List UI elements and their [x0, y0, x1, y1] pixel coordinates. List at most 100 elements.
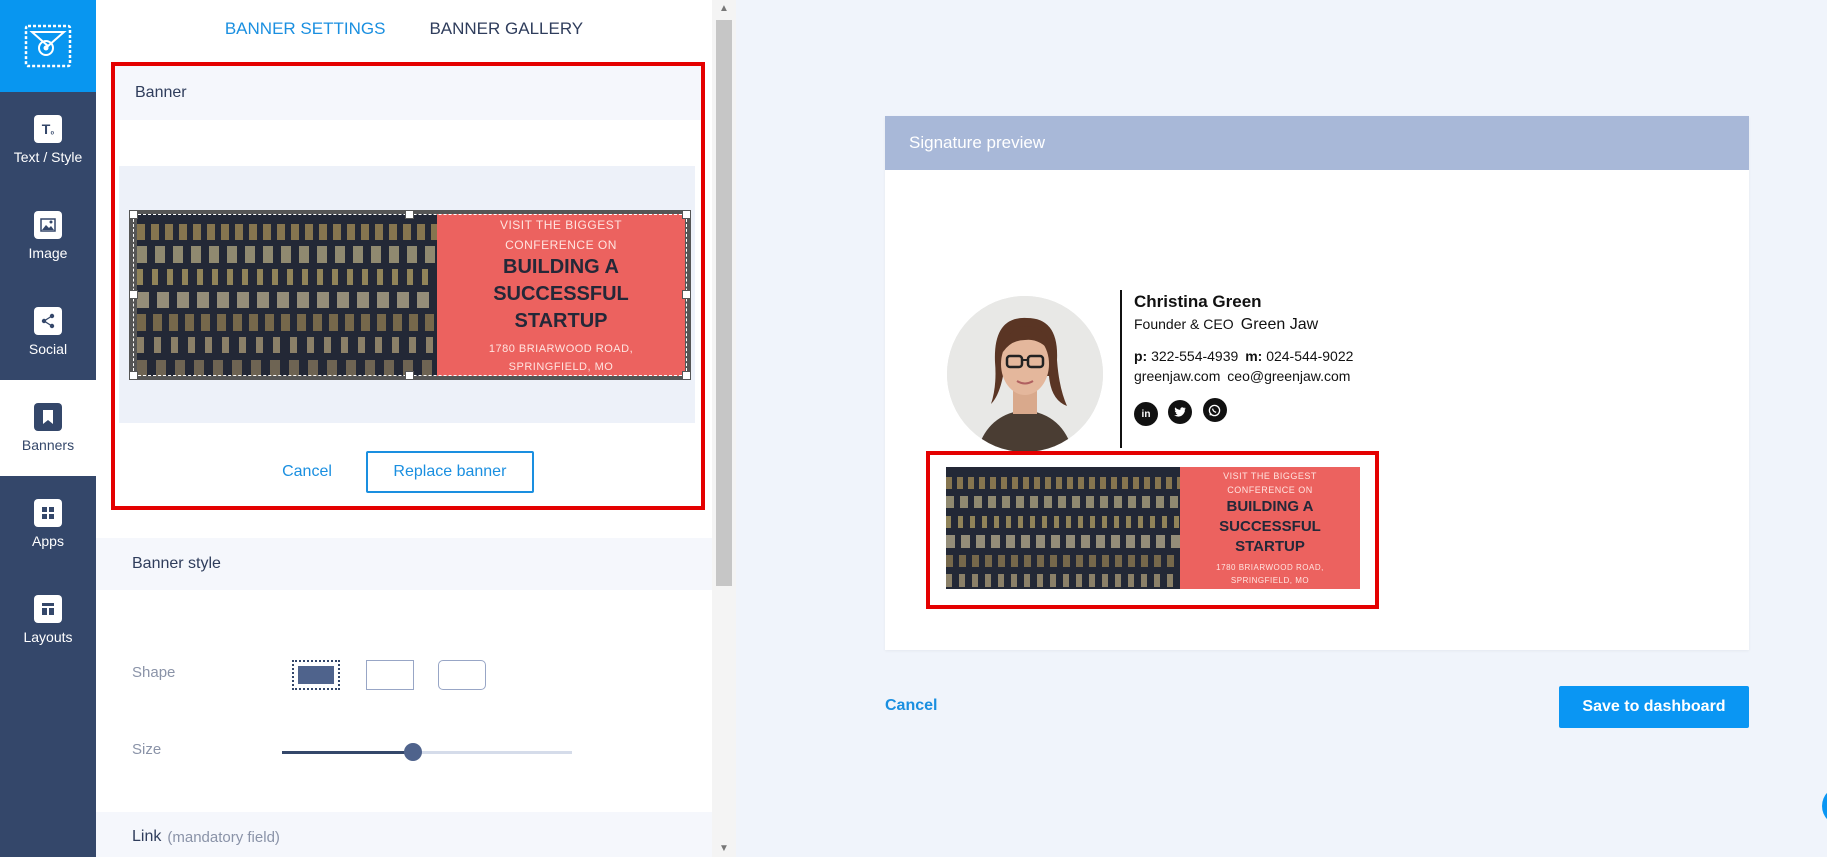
- signature-title-row: Founder & CEO Green Jaw: [1134, 316, 1318, 334]
- nav-item-apps[interactable]: Apps: [0, 476, 96, 572]
- crop-handle-bottom-left[interactable]: [129, 371, 138, 380]
- nav-item-layouts[interactable]: Layouts: [0, 572, 96, 668]
- link-section-title: Link (mandatory field): [96, 812, 712, 857]
- preview-building-photo: [946, 467, 1180, 589]
- crop-handle-right[interactable]: [682, 290, 691, 299]
- link-title: Link: [132, 828, 162, 845]
- signature-role: Founder & CEO: [1134, 316, 1234, 332]
- nav-item-image[interactable]: Image: [0, 188, 96, 284]
- nav-label: Social: [28, 341, 68, 357]
- size-slider-thumb[interactable]: [403, 743, 422, 761]
- shape-option-dashed[interactable]: [292, 660, 340, 690]
- nav-label: Apps: [32, 533, 64, 549]
- banner-building-photo: [137, 214, 437, 376]
- share-icon: [34, 307, 62, 335]
- banner-section-highlight: Banner VISIT THE BIGGEST CONFERENCE ON B…: [111, 62, 705, 510]
- whatsapp-icon[interactable]: [1202, 398, 1227, 422]
- size-slider-fill: [282, 751, 413, 754]
- banner-crop-frame[interactable]: VISIT THE BIGGEST CONFERENCE ON BUILDING…: [129, 210, 691, 380]
- preview-banner-address-2: SPRINGFIELD, MO: [1230, 576, 1310, 585]
- signature-phone-row: p: 322-554-4939 m: 024-544-9022: [1134, 348, 1353, 364]
- email-link[interactable]: ceo@greenjaw.com: [1227, 368, 1350, 384]
- app-logo[interactable]: [0, 0, 96, 92]
- social-icons-row: in: [1134, 398, 1233, 426]
- logo-icon: [24, 24, 72, 68]
- crop-handle-top[interactable]: [405, 210, 414, 219]
- tab-banner-settings[interactable]: BANNER SETTINGS: [225, 19, 386, 39]
- banner-crop-area: VISIT THE BIGGEST CONFERENCE ON BUILDING…: [119, 166, 695, 423]
- preview-banner-image[interactable]: VISIT THE BIGGEST CONFERENCE ON BUILDING…: [946, 467, 1360, 589]
- size-slider[interactable]: [282, 743, 572, 761]
- layouts-icon: [34, 595, 62, 623]
- preview-banner-line-2: CONFERENCE ON: [1227, 485, 1313, 495]
- left-nav: T₀ Text / Style Image Social Banners App…: [0, 0, 96, 857]
- preview-title: Signature preview: [885, 116, 1749, 170]
- preview-banner-headline-3: STARTUP: [1235, 538, 1305, 555]
- banner-headline-3: STARTUP: [514, 309, 608, 332]
- preview-banner-highlight: VISIT THE BIGGEST CONFERENCE ON BUILDING…: [926, 451, 1379, 609]
- signature-company: Green Jaw: [1240, 316, 1319, 333]
- banner-section-title: Banner: [115, 66, 701, 120]
- settings-panel: BANNER SETTINGS BANNER GALLERY Banner VI…: [96, 0, 712, 857]
- scroll-down-icon[interactable]: ▼: [719, 843, 729, 854]
- banner-address-2: SPRINGFIELD, MO: [508, 360, 614, 373]
- bookmark-icon: [34, 403, 62, 431]
- crop-handle-top-right[interactable]: [682, 210, 691, 219]
- banner-image: VISIT THE BIGGEST CONFERENCE ON BUILDING…: [137, 214, 685, 376]
- avatar-photo: [947, 296, 1103, 452]
- nav-label: Text / Style: [13, 149, 83, 165]
- banner-cancel-button[interactable]: Cancel: [282, 463, 332, 481]
- mobile-label: m:: [1245, 348, 1263, 364]
- apps-grid-icon: [34, 499, 62, 527]
- preview-banner-address-1: 1780 BRIARWOOD ROAD,: [1216, 563, 1324, 572]
- tab-banner-gallery[interactable]: BANNER GALLERY: [429, 19, 583, 39]
- banner-line-1: VISIT THE BIGGEST: [499, 217, 623, 232]
- banner-style-title: Banner style: [96, 538, 712, 590]
- phone-value: 322-554-4939: [1151, 348, 1239, 364]
- mobile-value: 024-544-9022: [1266, 348, 1354, 364]
- signature-name: Christina Green: [1134, 292, 1262, 311]
- nav-label: Layouts: [23, 629, 73, 645]
- linkedin-icon[interactable]: in: [1134, 402, 1158, 426]
- link-note: (mandatory field): [167, 828, 280, 846]
- banner-line-2: CONFERENCE ON: [505, 237, 617, 252]
- banner-headline-2: SUCCESSFUL: [493, 282, 629, 305]
- nav-item-banners[interactable]: Banners: [0, 380, 96, 476]
- phone-label: p:: [1134, 348, 1148, 364]
- text-style-icon: T₀: [34, 115, 62, 143]
- signature-divider: [1120, 290, 1122, 448]
- banner-headline-1: BUILDING A: [503, 255, 619, 278]
- banner-text-block: VISIT THE BIGGEST CONFERENCE ON BUILDING…: [437, 214, 685, 376]
- preview-cancel-button[interactable]: Cancel: [885, 697, 937, 715]
- shape-label: Shape: [132, 664, 176, 681]
- avatar: [947, 296, 1103, 452]
- nav-label: Image: [28, 245, 68, 261]
- nav-item-social[interactable]: Social: [0, 284, 96, 380]
- scroll-thumb[interactable]: [716, 20, 732, 586]
- signature-contact-row: greenjaw.com ceo@greenjaw.com: [1134, 368, 1350, 384]
- shape-fill: [298, 666, 334, 684]
- banner-actions: Cancel Replace banner: [115, 451, 701, 493]
- tab-bar: BANNER SETTINGS BANNER GALLERY: [96, 0, 712, 58]
- crop-handle-bottom[interactable]: [405, 371, 414, 380]
- nav-label: Banners: [21, 437, 75, 453]
- twitter-icon[interactable]: [1168, 399, 1193, 424]
- size-label: Size: [132, 741, 162, 758]
- preview-banner-headline-2: SUCCESSFUL: [1219, 518, 1321, 535]
- scroll-up-icon[interactable]: ▲: [719, 3, 729, 14]
- preview-banner-headline-1: BUILDING A: [1226, 498, 1314, 515]
- preview-banner-line-1: VISIT THE BIGGEST: [1223, 471, 1317, 481]
- save-to-dashboard-button[interactable]: Save to dashboard: [1559, 686, 1749, 728]
- panel-scrollbar[interactable]: ▲ ▼: [712, 0, 736, 857]
- replace-banner-button[interactable]: Replace banner: [365, 451, 534, 493]
- preview-banner-text-block: VISIT THE BIGGEST CONFERENCE ON BUILDING…: [1180, 467, 1360, 589]
- shape-option-rounded[interactable]: [438, 660, 486, 690]
- nav-item-text-style[interactable]: T₀ Text / Style: [0, 92, 96, 188]
- website-link[interactable]: greenjaw.com: [1134, 368, 1220, 384]
- image-icon: [34, 211, 62, 239]
- crop-handle-top-left[interactable]: [129, 210, 138, 219]
- crop-handle-bottom-right[interactable]: [682, 371, 691, 380]
- crop-handle-left[interactable]: [129, 290, 138, 299]
- chat-widget-icon[interactable]: [1822, 786, 1827, 826]
- shape-option-square[interactable]: [366, 660, 414, 690]
